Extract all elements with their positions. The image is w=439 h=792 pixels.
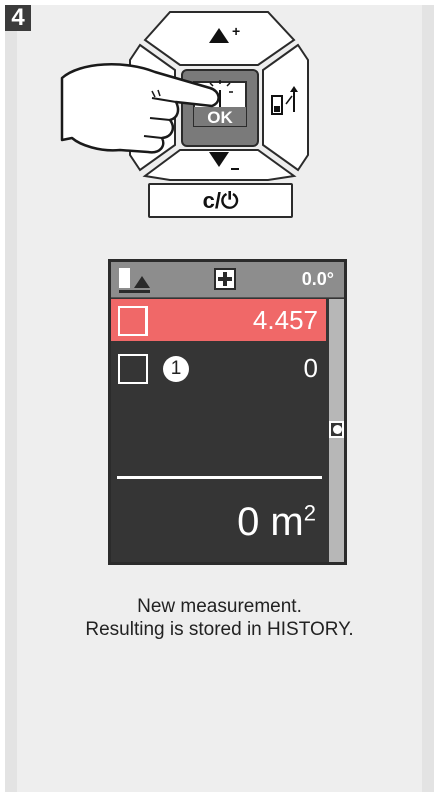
measurement-value: 0 xyxy=(303,353,318,383)
scrollbar-thumb[interactable] xyxy=(329,421,344,438)
device-display: 0.0° 4.457 1 0 0 m2 xyxy=(108,259,347,565)
svg-text:+: + xyxy=(232,23,240,39)
measure-reference-icon xyxy=(119,268,150,293)
scrollbar[interactable] xyxy=(329,299,344,562)
area-result: 0 m2 xyxy=(237,500,316,545)
area-value: 0 m xyxy=(237,500,304,544)
right-key[interactable] xyxy=(262,43,309,172)
tilt-readout: 0.0° xyxy=(301,269,334,289)
selection-checkbox[interactable] xyxy=(118,306,148,336)
ok-key-label: OK xyxy=(207,108,233,127)
callout-marker: 1 xyxy=(163,356,189,382)
caption-line-1: New measurement. xyxy=(137,596,302,617)
area-mode-icon xyxy=(214,268,236,290)
instruction-caption: New measurement. Resulting is stored in … xyxy=(17,595,422,641)
result-divider xyxy=(117,476,322,479)
clear-power-label: c/⏻ xyxy=(202,187,239,213)
clear-power-button[interactable]: c/⏻ xyxy=(148,183,293,218)
empty-checkbox[interactable] xyxy=(118,354,148,384)
status-bar: 0.0° xyxy=(111,262,344,298)
measurement-row[interactable]: 1 0 xyxy=(111,347,326,389)
caption-line-2: Resulting is stored in HISTORY. xyxy=(85,619,354,640)
measurement-value: 4.457 xyxy=(252,305,318,335)
area-exponent: 2 xyxy=(303,500,316,526)
measurement-row-selected[interactable]: 4.457 xyxy=(111,299,326,341)
